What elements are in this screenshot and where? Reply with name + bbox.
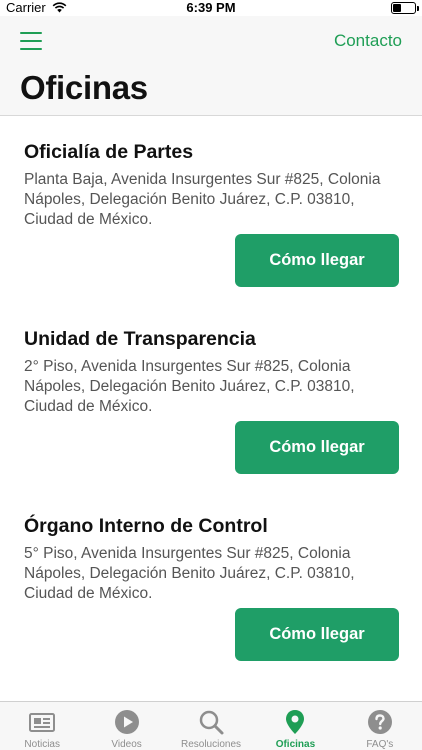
offices-list[interactable]: Oficialía de Partes Planta Baja, Avenida… xyxy=(0,117,422,701)
office-address: Planta Baja, Avenida Insurgentes Sur #82… xyxy=(24,171,381,228)
battery-icon xyxy=(391,2,419,14)
hamburger-menu-icon[interactable] xyxy=(20,32,42,50)
page-title: Oficinas xyxy=(20,69,148,106)
question-icon xyxy=(367,710,392,734)
office-name: Oficialía de Partes xyxy=(24,141,194,163)
directions-button[interactable]: Cómo llegar xyxy=(235,234,399,287)
status-bar: Carrier 6:39 PM xyxy=(0,0,422,16)
location-pin-icon xyxy=(286,710,305,734)
status-time: 6:39 PM xyxy=(186,0,236,15)
office-card: Oficialía de Partes Planta Baja, Avenida… xyxy=(0,117,422,304)
office-address: 2° Piso, Avenida Insurgentes Sur #825, C… xyxy=(24,358,355,415)
newspaper-icon xyxy=(29,713,56,732)
status-right xyxy=(391,2,419,14)
tab-label: Oficinas xyxy=(275,739,316,750)
tab-label: Noticias xyxy=(24,739,60,750)
office-card: Órgano Interno de Control 5° Piso, Aveni… xyxy=(0,491,422,678)
tab-resoluciones[interactable]: Resoluciones xyxy=(169,702,253,750)
search-icon xyxy=(199,710,224,735)
directions-button[interactable]: Cómo llegar xyxy=(235,608,399,661)
office-address: 5° Piso, Avenida Insurgentes Sur #825, C… xyxy=(24,545,355,602)
tab-label: Videos xyxy=(111,739,142,750)
tab-label: Resoluciones xyxy=(180,739,242,750)
directions-button[interactable]: Cómo llegar xyxy=(235,421,399,474)
tab-videos[interactable]: Videos xyxy=(84,702,168,750)
play-icon xyxy=(114,710,139,734)
contact-link[interactable]: Contacto xyxy=(334,31,402,51)
tab-bar: Noticias Videos Resoluciones Oficinas FA… xyxy=(0,701,422,750)
office-card: Unidad de Transparencia 2° Piso, Avenida… xyxy=(0,304,422,491)
office-name: Unidad de Transparencia xyxy=(24,328,256,350)
office-name: Órgano Interno de Control xyxy=(24,515,268,537)
tab-label: FAQ's xyxy=(366,739,394,750)
tab-noticias[interactable]: Noticias xyxy=(0,702,84,750)
tab-faqs[interactable]: FAQ's xyxy=(338,702,422,750)
navigation-bar: Contacto Oficinas xyxy=(0,16,422,116)
tab-oficinas[interactable]: Oficinas xyxy=(253,702,337,750)
